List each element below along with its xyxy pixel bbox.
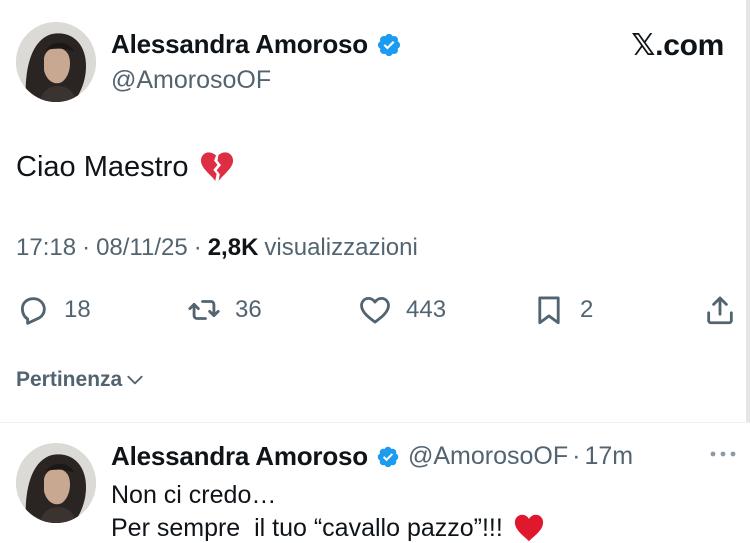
avatar[interactable] xyxy=(16,22,96,102)
scrollbar[interactable] xyxy=(746,0,750,422)
red-heart-icon xyxy=(514,514,543,542)
reply-button[interactable]: 18 xyxy=(16,288,91,332)
reply-icon xyxy=(20,297,46,325)
reply-time[interactable]: 17m xyxy=(584,442,633,471)
reply-text-line-2: Per sempre il tuo “cavallo pazzo”!!! xyxy=(111,513,545,543)
retweet-icon xyxy=(188,300,220,320)
bookmark-icon xyxy=(538,296,560,325)
verified-badge-icon xyxy=(377,33,401,56)
avatar-image xyxy=(16,443,96,523)
bookmark-button[interactable]: 2 xyxy=(532,288,593,332)
like-button[interactable]: 443 xyxy=(358,288,446,332)
x-com-logo[interactable]: 𝕏.com xyxy=(631,28,724,63)
retweet-count: 36 xyxy=(235,296,262,323)
tweet-date[interactable]: 08/11/25 xyxy=(96,234,188,262)
reply-separator: · xyxy=(572,442,581,470)
author-handle[interactable]: @AmorosoOF xyxy=(111,66,271,95)
tweet-meta: 17:18 · 08/11/25 · 2,8K visualizzazioni xyxy=(16,234,418,262)
author-name[interactable]: Alessandra Amoroso xyxy=(111,29,368,60)
action-bar: 18 36 443 2 xyxy=(0,288,750,332)
reply-text-line-1: Non ci credo… xyxy=(111,481,277,509)
author-row: Alessandra Amoroso xyxy=(111,29,402,60)
sort-label: Pertinenza xyxy=(16,368,123,391)
tweet-text: Ciao Maestro xyxy=(16,150,234,184)
reply-text-line-2-content: Per sempre il tuo “cavallo pazzo”!!! xyxy=(111,513,503,542)
tweet-text-content: Ciao Maestro xyxy=(16,150,189,183)
meta-separator: · xyxy=(193,234,202,261)
sort-dropdown[interactable]: Pertinenza xyxy=(16,368,145,392)
heart-outline-icon xyxy=(360,296,390,324)
tweet-time[interactable]: 17:18 xyxy=(16,234,76,262)
share-icon xyxy=(707,296,733,325)
views-count: 2,8K xyxy=(207,234,259,261)
broken-heart-icon xyxy=(201,152,234,182)
meta-separator: · xyxy=(82,234,91,261)
reply-author-name[interactable]: Alessandra Amoroso xyxy=(111,441,368,472)
reply-author-handle[interactable]: @AmorosoOF xyxy=(408,442,568,471)
like-count: 443 xyxy=(406,296,447,323)
bookmark-count: 2 xyxy=(580,296,594,323)
avatar[interactable] xyxy=(16,443,96,523)
reply-tweet[interactable]: Alessandra Amoroso @AmorosoOF · 17m Non … xyxy=(0,423,750,543)
views-label: visualizzazioni xyxy=(264,234,418,261)
chevron-down-icon xyxy=(127,375,143,385)
more-options-icon[interactable] xyxy=(710,449,736,459)
verified-badge-icon xyxy=(377,446,399,467)
retweet-button[interactable]: 36 xyxy=(187,288,262,332)
reply-header: Alessandra Amoroso @AmorosoOF · 17m xyxy=(111,441,633,472)
main-tweet: Alessandra Amoroso @AmorosoOF 𝕏.com Ciao… xyxy=(0,0,750,422)
avatar-image xyxy=(16,22,96,102)
reply-count: 18 xyxy=(64,296,91,323)
share-button[interactable] xyxy=(703,288,737,332)
